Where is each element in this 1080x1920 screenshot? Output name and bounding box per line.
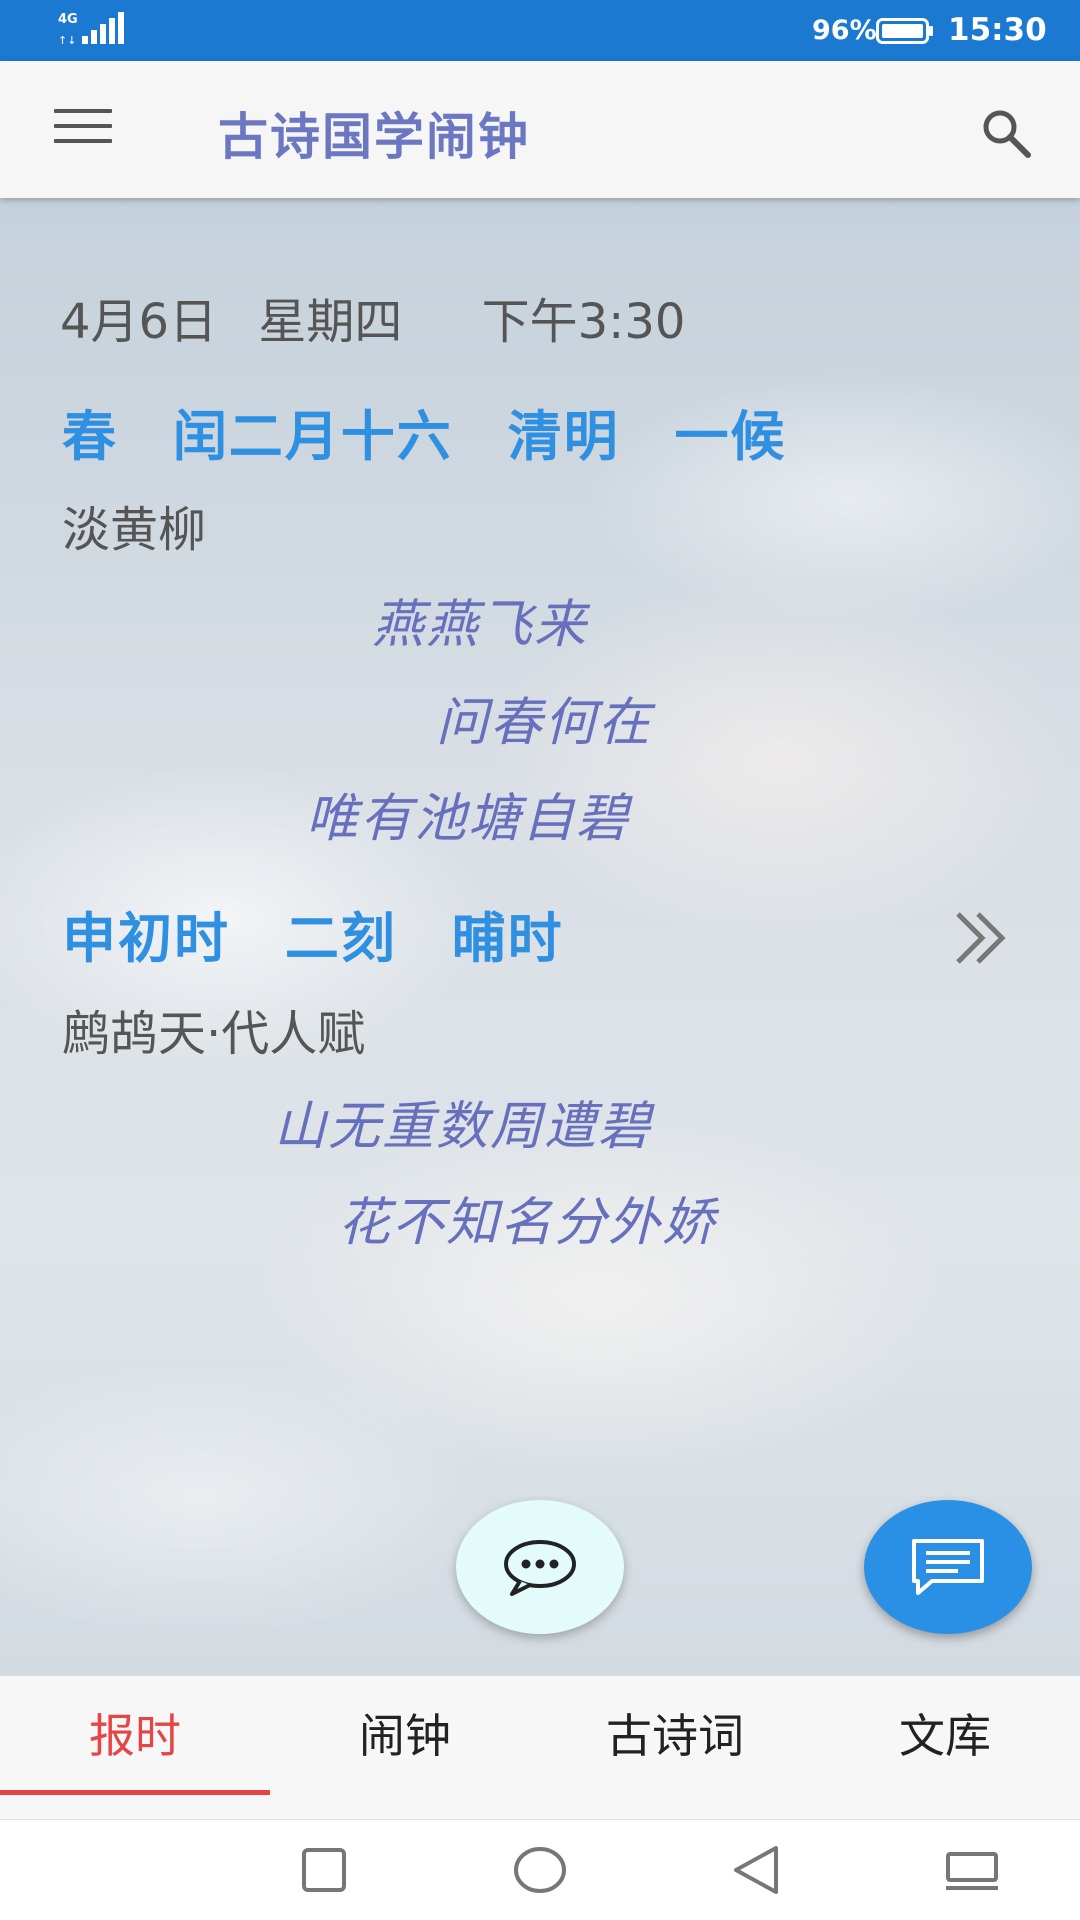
chat-bubble-icon <box>504 1540 576 1596</box>
svg-text:↑↓: ↑↓ <box>58 34 76 47</box>
lunar-line: 春 闰二月十六 清明 一候 <box>62 392 820 471</box>
tab-report-time[interactable]: 报时 <box>0 1676 270 1819</box>
phenology-poem-line-2: 问春何在 <box>436 693 653 753</box>
message-icon <box>912 1539 984 1595</box>
status-bar: 4G ↑↓ 96% 15:30 <box>0 0 1080 61</box>
date-line: 4月6日 星期四 下午3:30 <box>60 282 711 352</box>
phenology-poem-title: 淡黄柳 <box>62 502 207 558</box>
keyboard-hide-icon[interactable] <box>944 1842 1000 1898</box>
hour-shichen: 申初时 <box>62 907 230 970</box>
tab-label: 闹钟 <box>359 1709 451 1763</box>
hour-name: 晡时 <box>451 907 564 970</box>
battery-percent: 96% <box>812 15 877 46</box>
battery-icon <box>876 18 933 44</box>
search-icon[interactable] <box>978 105 1034 161</box>
hour-poem-line-1: 山无重数周遭碧 <box>274 1097 653 1157</box>
app-title: 古诗国学闹钟 <box>218 108 530 166</box>
hour-poem-title: 鹧鸪天·代人赋 <box>62 1006 366 1062</box>
status-time: 15:30 <box>948 12 1047 48</box>
solar-term: 清明 <box>507 405 620 468</box>
pentad: 一候 <box>674 405 787 468</box>
phenology-poem-line-1: 燕燕飞来 <box>372 595 589 655</box>
tab-label: 文库 <box>899 1709 991 1763</box>
date-weekday: 星期四 <box>258 294 403 350</box>
system-nav-bar <box>0 1820 1080 1920</box>
tab-label: 古诗词 <box>606 1709 744 1763</box>
tab-label: 报时 <box>89 1709 181 1763</box>
recents-square-icon[interactable] <box>296 1842 352 1898</box>
tab-poems[interactable]: 古诗词 <box>540 1676 810 1819</box>
tab-alarm[interactable]: 闹钟 <box>270 1676 540 1819</box>
app-bar: 古诗国学闹钟 <box>0 61 1080 198</box>
double-chevron-right-icon[interactable] <box>950 906 1014 970</box>
date-day: 4月6日 <box>60 294 218 350</box>
hour-line: 申初时 二刻 晡时 <box>62 894 598 973</box>
hour-ke: 二刻 <box>284 907 397 970</box>
tab-library[interactable]: 文库 <box>810 1676 1080 1819</box>
phenology-poem-line-3: 唯有池塘自碧 <box>306 789 631 849</box>
message-button[interactable] <box>864 1500 1032 1634</box>
bottom-tab-bar: 报时 闹钟 古诗词 文库 <box>0 1676 1080 1820</box>
home-circle-icon[interactable] <box>512 1842 568 1898</box>
hour-poem-line-2: 花不知名分外娇 <box>338 1193 717 1253</box>
lunar-season: 春 <box>62 405 118 468</box>
lunar-date: 闰二月十六 <box>172 405 453 468</box>
back-triangle-icon[interactable] <box>728 1842 784 1898</box>
date-time: 下午3:30 <box>481 294 686 350</box>
menu-icon[interactable] <box>54 109 112 149</box>
active-tab-indicator <box>0 1790 270 1795</box>
chat-button[interactable] <box>456 1500 624 1634</box>
signal-icon: ↑↓ <box>58 12 124 47</box>
